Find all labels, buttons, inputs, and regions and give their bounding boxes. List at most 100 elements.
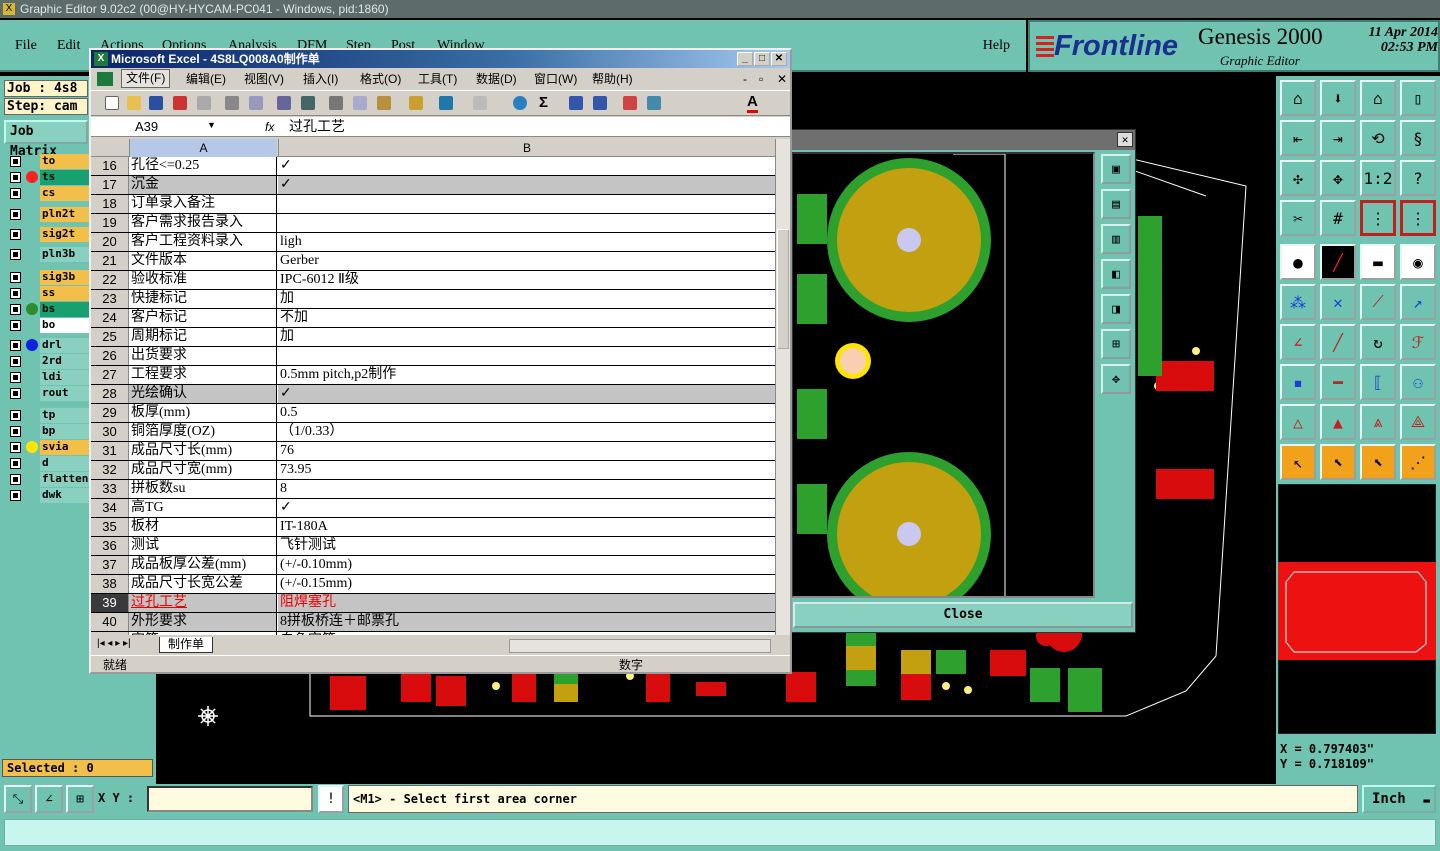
layer-row[interactable]: bs: [6, 302, 90, 317]
scale-icon[interactable]: 1:2: [1360, 160, 1396, 196]
font-color-icon[interactable]: A: [747, 94, 758, 113]
doc-minimize-icon[interactable]: -: [743, 69, 747, 89]
redo-icon[interactable]: [473, 96, 487, 110]
table-row[interactable]: 37 成品板厚公差(mm) (+/-0.10mm): [91, 556, 775, 575]
layer-checkbox[interactable]: [10, 209, 21, 220]
menu-file[interactable]: File: [15, 38, 37, 54]
layer-checkbox[interactable]: [10, 490, 21, 501]
cell-a[interactable]: 出货要求: [129, 347, 277, 365]
cell-b[interactable]: 0.5: [278, 404, 775, 422]
center-icon[interactable]: ✥: [1320, 160, 1356, 196]
cell-a[interactable]: 快捷标记: [129, 290, 277, 308]
row-number[interactable]: 31: [91, 442, 129, 460]
cell-a[interactable]: 孔径<=0.25: [129, 157, 277, 175]
dotted-pad-icon[interactable]: ◉: [1400, 244, 1436, 280]
cell-a[interactable]: 外形要求: [129, 613, 277, 631]
layer-row[interactable]: bp: [6, 424, 90, 439]
row-number[interactable]: 28: [91, 385, 129, 403]
row-number[interactable]: 23: [91, 290, 129, 308]
layer-row[interactable]: tp: [6, 408, 90, 423]
tab-nav-icon[interactable]: |◂ ◂ ▸ ▸|: [97, 638, 131, 649]
hyperlink-icon[interactable]: [513, 96, 527, 110]
pointer-icon[interactable]: ↖: [1280, 444, 1316, 480]
tri-red3-icon[interactable]: ⩓: [1360, 404, 1396, 440]
arc-icon[interactable]: ↻: [1360, 324, 1396, 360]
row-number[interactable]: 22: [91, 271, 129, 289]
cell-b[interactable]: 阻焊塞孔: [278, 594, 775, 612]
view-tool-4[interactable]: ◧: [1101, 259, 1131, 289]
row-number[interactable]: 25: [91, 328, 129, 346]
pan-right-icon[interactable]: ⇥: [1320, 120, 1356, 156]
tri-red2-icon[interactable]: ▲: [1320, 404, 1356, 440]
angle-icon[interactable]: ∠: [1280, 324, 1316, 360]
house-icon[interactable]: ⌂: [1360, 80, 1396, 116]
layer-checkbox[interactable]: [10, 340, 21, 351]
paste-icon[interactable]: [377, 96, 391, 110]
layer-row[interactable]: bo: [6, 318, 90, 333]
layer-checkbox[interactable]: [10, 229, 21, 240]
row-number[interactable]: 18: [91, 195, 129, 213]
scroll-thumb[interactable]: [777, 229, 789, 349]
layer-checkbox[interactable]: [10, 356, 21, 367]
cell-b[interactable]: 加: [278, 328, 775, 346]
arrow-point-icon[interactable]: ↗: [1400, 284, 1436, 320]
cell-b[interactable]: 0.5mm pitch,p2制作: [278, 366, 775, 384]
layer-row[interactable]: ldi: [6, 370, 90, 385]
xy-input[interactable]: [147, 786, 313, 812]
measure-icon[interactable]: ✂: [1280, 200, 1316, 236]
layer-checkbox[interactable]: [10, 156, 21, 167]
cell-b[interactable]: IPC-6012 Ⅱ级: [278, 271, 775, 289]
research-icon[interactable]: [301, 96, 315, 110]
view-tool-7[interactable]: ✥: [1101, 364, 1131, 394]
name-box[interactable]: A39: [95, 118, 215, 136]
layer-checkbox[interactable]: [10, 458, 21, 469]
format-painter-icon[interactable]: [409, 96, 423, 110]
layer-name[interactable]: bo: [40, 318, 90, 333]
layer-row[interactable]: sig3b: [6, 270, 90, 285]
layer-row[interactable]: to: [6, 154, 90, 169]
query-icon[interactable]: ?: [1400, 160, 1436, 196]
save-view-icon[interactable]: ⬇: [1320, 80, 1356, 116]
ef-icon[interactable]: ℱ: [1400, 324, 1436, 360]
print-icon[interactable]: [225, 96, 239, 110]
line-point-icon[interactable]: ⟋: [1360, 284, 1396, 320]
row-number[interactable]: 27: [91, 366, 129, 384]
cell-b[interactable]: [278, 195, 775, 213]
view-tool-3[interactable]: ▥: [1101, 224, 1131, 254]
cell-a[interactable]: 成品板厚公差(mm): [129, 556, 277, 574]
pad-select-icon[interactable]: ▪: [1280, 364, 1316, 400]
row-number[interactable]: 34: [91, 499, 129, 517]
row-number[interactable]: 32: [91, 461, 129, 479]
cell-b[interactable]: 不加: [278, 309, 775, 327]
cell-b[interactable]: ✓: [278, 157, 775, 175]
pad-add-icon[interactable]: ●: [1280, 244, 1316, 280]
row-number[interactable]: 21: [91, 252, 129, 270]
layer-row[interactable]: flatten: [6, 472, 90, 487]
layer-name[interactable]: sig2t: [40, 227, 90, 242]
cell-a[interactable]: 拼板数su: [129, 480, 277, 498]
layer-name[interactable]: ts: [40, 170, 90, 185]
autosum-icon[interactable]: Σ: [539, 94, 548, 111]
copy-icon[interactable]: [353, 96, 367, 110]
chart-icon[interactable]: [623, 96, 637, 110]
output-line[interactable]: [4, 819, 1436, 846]
horizontal-scrollbar[interactable]: [509, 639, 771, 653]
layer-name[interactable]: tp: [40, 408, 90, 423]
cell-b[interactable]: 8: [278, 480, 775, 498]
cell-b[interactable]: ✓: [278, 176, 775, 194]
table-row[interactable]: 39 过孔工艺 阻焊塞孔: [91, 594, 775, 613]
cell-a[interactable]: 客户标记: [129, 309, 277, 327]
menu-view-cn[interactable]: 视图(V): [244, 69, 284, 89]
sort-asc-icon[interactable]: [569, 96, 583, 110]
cell-b[interactable]: 76: [278, 442, 775, 460]
cell-a[interactable]: 成品尺寸宽(mm): [129, 461, 277, 479]
layer-checkbox[interactable]: [10, 474, 21, 485]
table-row[interactable]: 19 客户需求报告录入: [91, 214, 775, 233]
table-row[interactable]: 33 拼板数su 8: [91, 480, 775, 499]
cell-b[interactable]: ligh: [278, 233, 775, 251]
row-number[interactable]: 38: [91, 575, 129, 593]
layer-name[interactable]: svia: [40, 440, 90, 455]
menu-insert-cn[interactable]: 插入(I): [303, 69, 338, 89]
table-row[interactable]: 18 订单录入备注: [91, 195, 775, 214]
layer-name[interactable]: pln2t: [40, 207, 90, 222]
